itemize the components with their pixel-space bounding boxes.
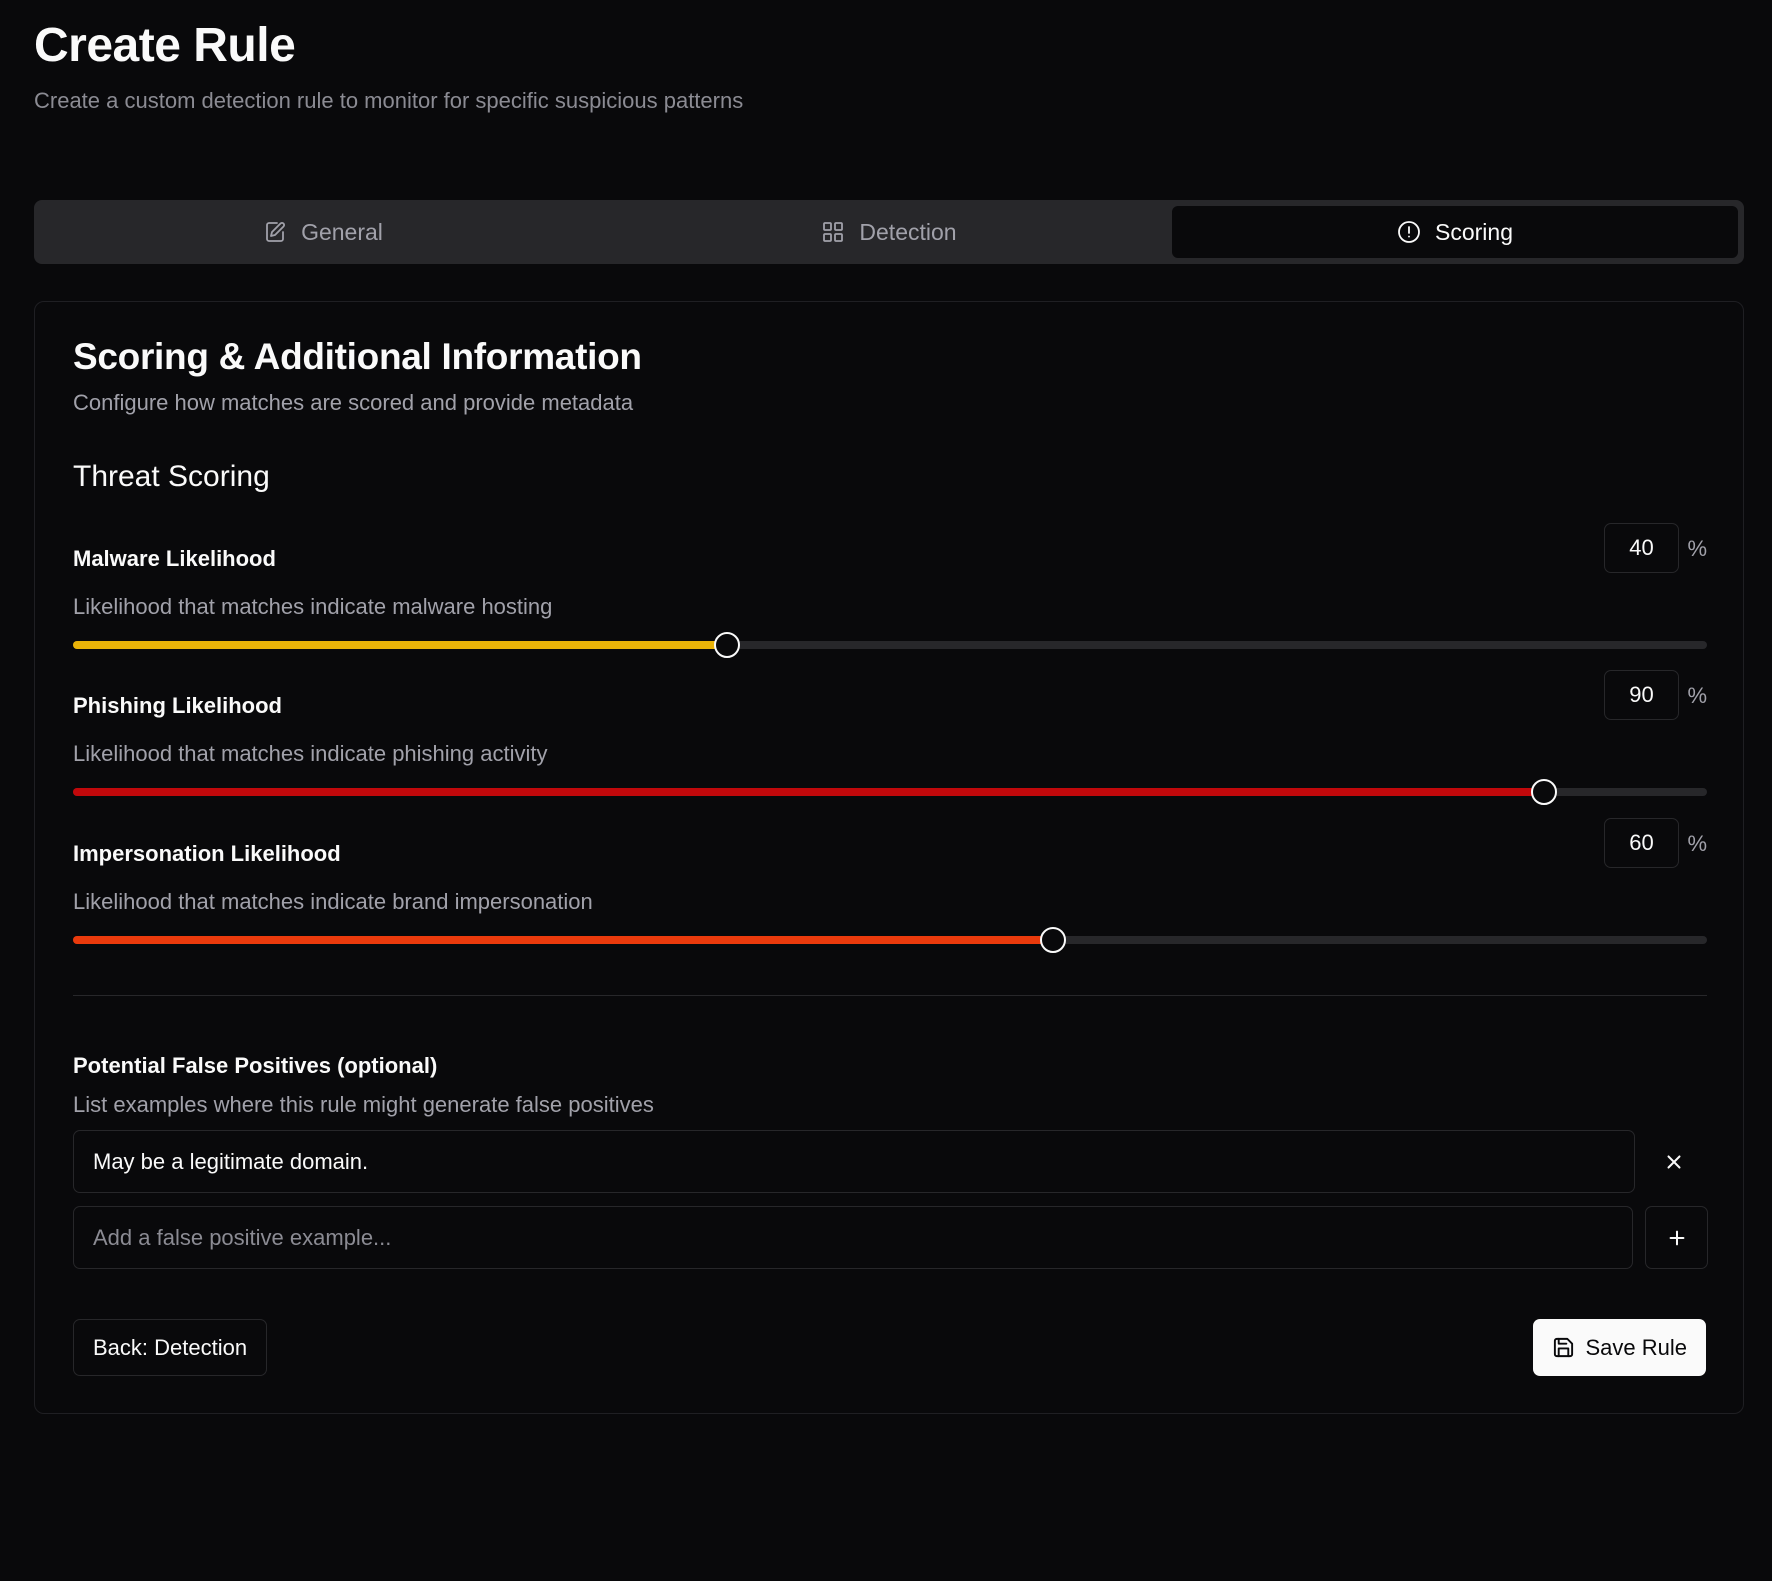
section-divider	[73, 995, 1707, 996]
tab-scoring-label: Scoring	[1435, 218, 1513, 245]
save-icon	[1554, 1337, 1574, 1358]
tab-general-label: General	[301, 218, 383, 245]
scoring-card: Scoring & Additional Information Configu…	[34, 301, 1744, 1414]
malware-likelihood-input[interactable]: 40	[1604, 523, 1679, 573]
percent-unit: %	[1687, 683, 1707, 708]
back-detection-button[interactable]: Back: Detection	[73, 1319, 268, 1376]
impersonation-likelihood-slider: Impersonation Likelihood 60 % Likelihood…	[73, 818, 1707, 961]
phishing-likelihood-label: Phishing Likelihood	[73, 693, 282, 718]
edit-icon	[266, 222, 286, 242]
impersonation-likelihood-label: Impersonation Likelihood	[73, 841, 341, 866]
slider-thumb[interactable]	[1530, 779, 1557, 805]
slider-fill	[73, 788, 1544, 796]
slider-thumb[interactable]	[1040, 927, 1067, 953]
save-rule-button[interactable]: Save Rule	[1533, 1319, 1706, 1376]
add-false-positive-button[interactable]	[1645, 1206, 1708, 1269]
phishing-likelihood-help: Likelihood that matches indicate phishin…	[73, 741, 548, 766]
tab-general[interactable]: General	[40, 206, 606, 258]
impersonation-likelihood-input[interactable]: 60	[1604, 818, 1679, 868]
grid-icon	[823, 222, 844, 242]
false-positives-description: List examples where this rule might gene…	[73, 1092, 654, 1117]
malware-likelihood-help: Likelihood that matches indicate malware…	[73, 594, 553, 619]
threat-scoring-title: Threat Scoring	[73, 460, 270, 493]
slider-track[interactable]	[73, 632, 1707, 658]
phishing-likelihood-slider: Phishing Likelihood 90 % Likelihood that…	[73, 670, 1707, 813]
tab-detection[interactable]: Detection	[606, 206, 1172, 258]
slider-fill	[73, 641, 727, 649]
tab-scoring[interactable]: Scoring	[1172, 206, 1738, 258]
page-title: Create Rule	[34, 19, 296, 72]
false-positive-input[interactable]	[73, 1206, 1633, 1269]
alert-circle-icon	[1398, 221, 1420, 243]
tab-list: General Detection Scoring	[34, 200, 1744, 264]
plus-icon	[1669, 1230, 1684, 1245]
phishing-likelihood-input[interactable]: 90	[1604, 670, 1679, 720]
false-positives-title: Potential False Positives (optional)	[73, 1053, 438, 1078]
malware-likelihood-slider: Malware Likelihood 40 % Likelihood that …	[73, 523, 1707, 666]
card-title: Scoring & Additional Information	[73, 336, 642, 377]
slider-thumb[interactable]	[713, 632, 740, 658]
close-icon	[1667, 1155, 1681, 1169]
save-rule-label: Save Rule	[1585, 1334, 1687, 1360]
tab-detection-label: Detection	[859, 218, 957, 245]
remove-false-positive-button[interactable]	[1655, 1143, 1693, 1181]
false-positive-item[interactable]: May be a legitimate domain.	[73, 1130, 1635, 1193]
page-subtitle: Create a custom detection rule to monito…	[34, 88, 744, 113]
slider-track[interactable]	[73, 927, 1707, 953]
slider-fill	[73, 936, 1054, 944]
slider-track[interactable]	[73, 779, 1707, 805]
card-description: Configure how matches are scored and pro…	[73, 390, 634, 415]
percent-unit: %	[1687, 831, 1707, 856]
impersonation-likelihood-help: Likelihood that matches indicate brand i…	[73, 889, 593, 914]
percent-unit: %	[1687, 536, 1707, 561]
malware-likelihood-label: Malware Likelihood	[73, 546, 276, 571]
